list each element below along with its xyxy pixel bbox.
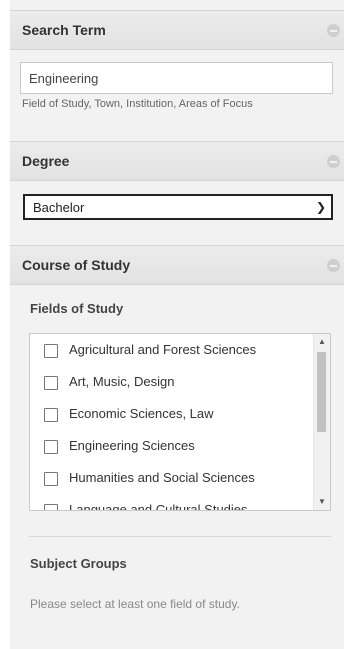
filter-panel: Search Term Field of Study, Town, Instit… <box>10 0 344 649</box>
search-input[interactable] <box>20 62 333 94</box>
list-item[interactable]: Language and Cultural Studies <box>30 496 314 511</box>
minus-circle-icon[interactable] <box>327 24 340 37</box>
list-item-label: Agricultural and Forest Sciences <box>69 342 257 357</box>
checkbox[interactable] <box>44 504 58 510</box>
checkbox[interactable] <box>44 472 58 486</box>
divider <box>29 536 331 537</box>
course-of-study-title: Course of Study <box>22 257 131 273</box>
checkbox[interactable] <box>44 440 58 454</box>
list-item-label: Economic Sciences, Law <box>69 406 214 421</box>
checkbox[interactable] <box>44 376 58 390</box>
search-term-title: Search Term <box>22 22 106 38</box>
fields-of-study-heading: Fields of Study <box>30 301 124 316</box>
course-of-study-header[interactable]: Course of Study <box>10 245 344 285</box>
search-term-header[interactable]: Search Term <box>10 10 344 50</box>
list-item[interactable]: Art, Music, Design <box>30 368 314 396</box>
list-item-label: Art, Music, Design <box>69 374 175 389</box>
search-hint: Field of Study, Town, Institution, Areas… <box>22 98 253 110</box>
scroll-thumb[interactable] <box>317 352 326 432</box>
minus-circle-icon[interactable] <box>327 259 340 272</box>
list-item-label: Engineering Sciences <box>69 438 195 453</box>
degree-header[interactable]: Degree <box>10 141 344 181</box>
list-item-label: Humanities and Social Sciences <box>69 470 255 485</box>
chevron-down-icon: ❯ <box>315 200 326 214</box>
fields-of-study-list[interactable]: Agricultural and Forest Sciences Art, Mu… <box>29 333 331 511</box>
subject-groups-note: Please select at least one field of stud… <box>30 597 240 611</box>
list-scrollbar[interactable]: ▲ ▼ <box>313 334 330 510</box>
list-item-label: Language and Cultural Studies <box>69 502 248 511</box>
degree-selected-value: Bachelor <box>33 200 85 215</box>
degree-title: Degree <box>22 153 70 169</box>
minus-circle-icon[interactable] <box>327 155 340 168</box>
list-item[interactable]: Economic Sciences, Law <box>30 400 314 428</box>
triangle-up-icon[interactable]: ▲ <box>314 334 330 350</box>
checkbox[interactable] <box>44 344 58 358</box>
list-item[interactable]: Engineering Sciences <box>30 432 314 460</box>
subject-groups-heading: Subject Groups <box>30 556 127 571</box>
list-item[interactable]: Agricultural and Forest Sciences <box>30 336 314 364</box>
checkbox[interactable] <box>44 408 58 422</box>
degree-select[interactable]: Bachelor ❯ <box>23 194 333 220</box>
list-item[interactable]: Humanities and Social Sciences <box>30 464 314 492</box>
triangle-down-icon[interactable]: ▼ <box>314 494 330 510</box>
